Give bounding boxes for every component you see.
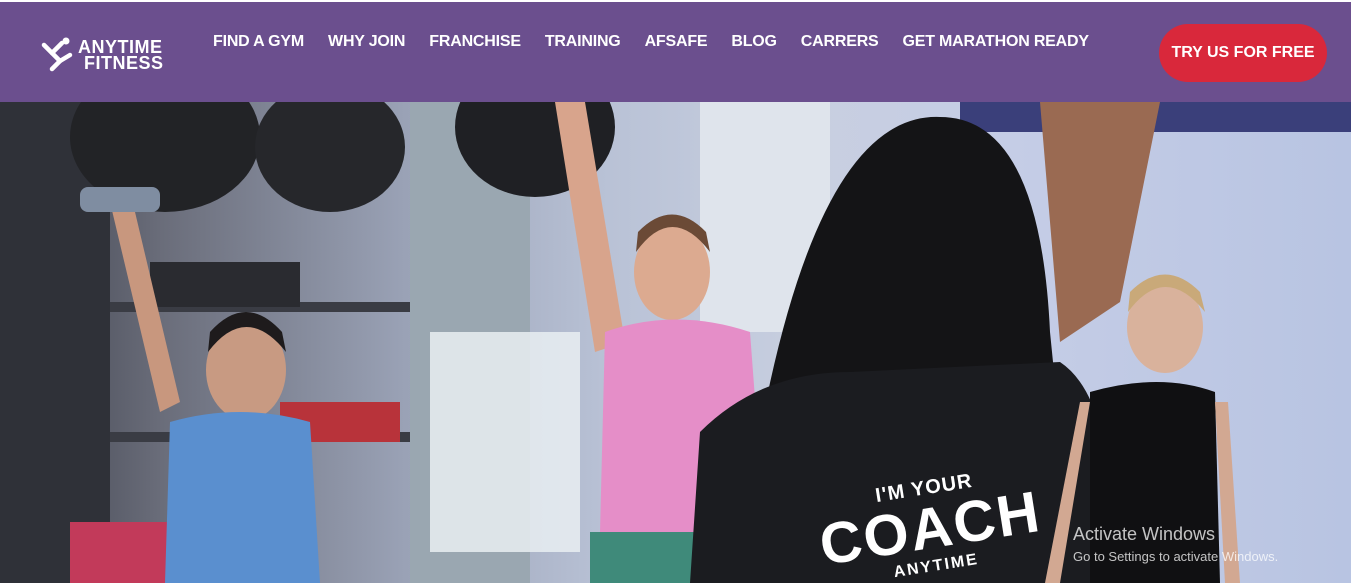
main-nav: FIND A GYM WHY JOIN FRANCHISE TRAINING A… [213,33,1113,51]
watermark-subtitle: Go to Settings to activate Windows. [1073,549,1279,564]
hero-image: I'M YOUR COACH ANYTIME [0,102,1351,583]
nav-item-franchise[interactable]: FRANCHISE [429,33,521,51]
nav-item-why-join[interactable]: WHY JOIN [328,33,405,51]
nav-item-get-marathon-ready[interactable]: GET MARATHON READY [903,33,1090,51]
nav-item-careers[interactable]: CARRERS [801,33,879,51]
brand-line2: FITNESS [84,53,164,73]
nav-item-afsafe[interactable]: AFSAFE [645,33,708,51]
running-man-logo-icon [41,37,73,72]
brand-logo[interactable]: ANYTIME FITNESS [40,35,180,75]
watermark-title: Activate Windows [1073,524,1216,544]
site-header: ANYTIME FITNESS FIND A GYM WHY JOIN FRAN… [0,2,1351,102]
page: ANYTIME FITNESS FIND A GYM WHY JOIN FRAN… [0,0,1351,583]
nav-item-blog[interactable]: BLOG [731,33,777,51]
brand-wordmark: ANYTIME FITNESS [78,38,164,73]
nav-item-training[interactable]: TRAINING [545,33,621,51]
nav-item-find-a-gym[interactable]: FIND A GYM [213,33,304,51]
windows-activation-watermark: Activate Windows Go to Settings to activ… [1073,524,1278,564]
try-us-for-free-button[interactable]: TRY US FOR FREE [1159,24,1327,82]
hero-photo [0,102,1351,583]
